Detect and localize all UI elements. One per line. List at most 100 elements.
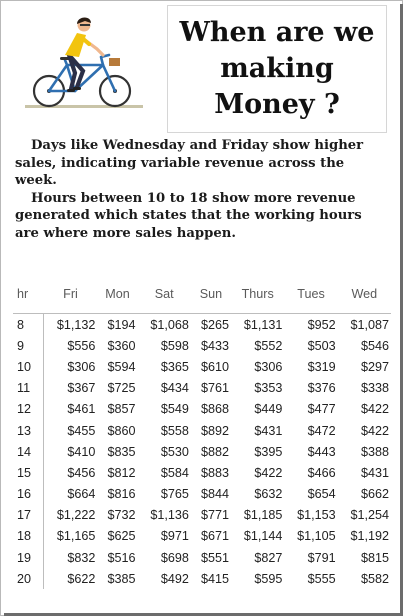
revenue-cell: $883 — [201, 465, 230, 480]
table-row: 12 $461 $857 $549 $868 $449 $477 $422 — [13, 398, 391, 420]
revenue-cell: $771 — [201, 508, 230, 523]
revenue-cell: $1,136 — [150, 508, 189, 523]
revenue-cell: $265 — [190, 313, 232, 336]
revenue-cell: $844 — [201, 487, 230, 502]
revenue-cell: $791 — [307, 550, 336, 565]
revenue-cell: $732 — [107, 508, 136, 523]
revenue-cell: $434 — [160, 381, 189, 396]
hour-cell: 16 — [13, 483, 44, 505]
table-row: 17 $1,222 $732 $1,136 $771 $1,185 $1,153 $1,254 — [13, 504, 391, 526]
revenue-cell: $492 — [160, 571, 189, 586]
revenue-cell: $360 — [107, 338, 136, 353]
revenue-cell: $1,087 — [337, 313, 391, 336]
revenue-cell: $385 — [107, 571, 136, 586]
revenue-cell: $297 — [360, 359, 389, 374]
hour-cell: 9 — [13, 335, 44, 357]
revenue-cell: $812 — [107, 465, 136, 480]
revenue-cell: $622 — [67, 571, 96, 586]
table-row: 11 $367 $725 $434 $761 $353 $376 $338 — [13, 377, 391, 399]
table-row: 19 $832 $516 $698 $551 $827 $791 $815 — [13, 547, 391, 569]
revenue-cell: $1,144 — [243, 529, 283, 544]
revenue-cell: $827 — [254, 550, 283, 565]
revenue-cell: $664 — [67, 487, 96, 502]
revenue-cell: $882 — [201, 444, 230, 459]
revenue-cell: $353 — [254, 381, 283, 396]
revenue-cell: $431 — [360, 465, 389, 480]
revenue-cell: $598 — [160, 338, 189, 353]
revenue-cell: $1,254 — [350, 508, 389, 523]
revenue-cell: $815 — [360, 550, 389, 565]
hourly-revenue-table: hr Fri Mon Sat Sun Thurs Tues Wed 8 $1,13… — [13, 283, 391, 590]
revenue-cell: $388 — [360, 444, 389, 459]
revenue-cell: $555 — [307, 571, 336, 586]
revenue-cell: $443 — [307, 444, 336, 459]
revenue-cell: $306 — [67, 359, 96, 374]
revenue-cell: $1,192 — [350, 529, 389, 544]
revenue-cell: $552 — [254, 338, 283, 353]
revenue-cell: $530 — [160, 444, 189, 459]
revenue-cell: $1,068 — [137, 313, 191, 336]
hour-cell: 18 — [13, 525, 44, 548]
revenue-cell: $1,105 — [297, 529, 336, 544]
revenue-cell: $595 — [254, 571, 283, 586]
page-title: When are we making Money ? — [179, 17, 375, 120]
table-row: 15 $456 $812 $584 $883 $422 $466 $431 — [13, 462, 391, 484]
revenue-cell: $857 — [107, 402, 136, 417]
revenue-cell: $431 — [254, 423, 283, 438]
revenue-cell: $671 — [201, 529, 230, 544]
revenue-cell: $868 — [201, 402, 230, 417]
revenue-cell: $1,165 — [56, 529, 96, 544]
revenue-cell: $461 — [67, 402, 96, 417]
table-row: 8 $1,132 $194 $1,068 $265 $1,131 $952 $1,087 — [13, 313, 391, 336]
revenue-cell: $654 — [307, 487, 336, 502]
revenue-cell: $433 — [201, 338, 230, 353]
table-row: 14 $410 $835 $530 $882 $395 $443 $388 — [13, 441, 391, 463]
table-body: 8 $1,132 $194 $1,068 $265 $1,131 $952 $1,087 9 $5… — [13, 313, 391, 590]
revenue-cell: $503 — [307, 338, 336, 353]
revenue-cell: $551 — [201, 550, 230, 565]
column-header-sun: Sun — [199, 287, 223, 301]
revenue-cell: $1,222 — [56, 508, 96, 523]
table-header-row: hr Fri Mon Sat Sun Thurs Tues Wed — [13, 283, 391, 305]
revenue-cell: $516 — [107, 550, 136, 565]
column-header-mon: Mon — [105, 287, 130, 301]
revenue-cell: $725 — [107, 381, 136, 396]
table-row: 10 $306 $594 $365 $610 $306 $319 $297 — [13, 356, 391, 378]
revenue-cell: $456 — [67, 465, 96, 480]
revenue-cell: $449 — [254, 402, 283, 417]
revenue-cell: $860 — [107, 423, 136, 438]
revenue-cell: $338 — [360, 381, 389, 396]
hour-cell: 15 — [13, 462, 44, 484]
hour-cell: 20 — [13, 568, 44, 590]
cyclist-illustration — [25, 17, 143, 108]
hour-cell: 19 — [13, 547, 44, 569]
column-header-fri: Fri — [63, 287, 78, 301]
table-row: 13 $455 $860 $558 $892 $431 $472 $422 — [13, 419, 391, 442]
revenue-cell: $594 — [107, 359, 136, 374]
revenue-cell: $395 — [254, 444, 283, 459]
revenue-cell: $556 — [67, 338, 96, 353]
revenue-cell: $549 — [160, 402, 189, 417]
column-header-thurs: Thurs — [241, 287, 274, 301]
revenue-cell: $466 — [307, 465, 336, 480]
revenue-cell: $376 — [307, 381, 336, 396]
revenue-cell: $765 — [160, 487, 189, 502]
revenue-cell: $832 — [67, 550, 96, 565]
insight-note-hours: Hours between 10 to 18 show more revenue… — [15, 190, 362, 241]
revenue-cell: $761 — [201, 381, 230, 396]
revenue-cell: $952 — [284, 313, 338, 336]
title-card: When are we making Money ? — [167, 5, 387, 133]
revenue-cell: $422 — [360, 402, 389, 417]
revenue-table-container: hr Fri Mon Sat Sun Thurs Tues Wed 8 $1,13… — [13, 283, 391, 590]
hour-cell: 13 — [13, 419, 44, 442]
revenue-cell: $194 — [97, 313, 138, 336]
revenue-cell: $610 — [201, 359, 230, 374]
revenue-cell: $698 — [160, 550, 189, 565]
revenue-cell: $455 — [67, 423, 96, 438]
column-header-hr: hr — [17, 287, 29, 301]
hour-cell: 12 — [13, 398, 44, 420]
revenue-cell: $546 — [360, 338, 389, 353]
column-header-wed: Wed — [351, 287, 378, 301]
revenue-cell: $477 — [307, 402, 336, 417]
insight-notes: Days like Wednesday and Friday show high… — [15, 137, 383, 243]
